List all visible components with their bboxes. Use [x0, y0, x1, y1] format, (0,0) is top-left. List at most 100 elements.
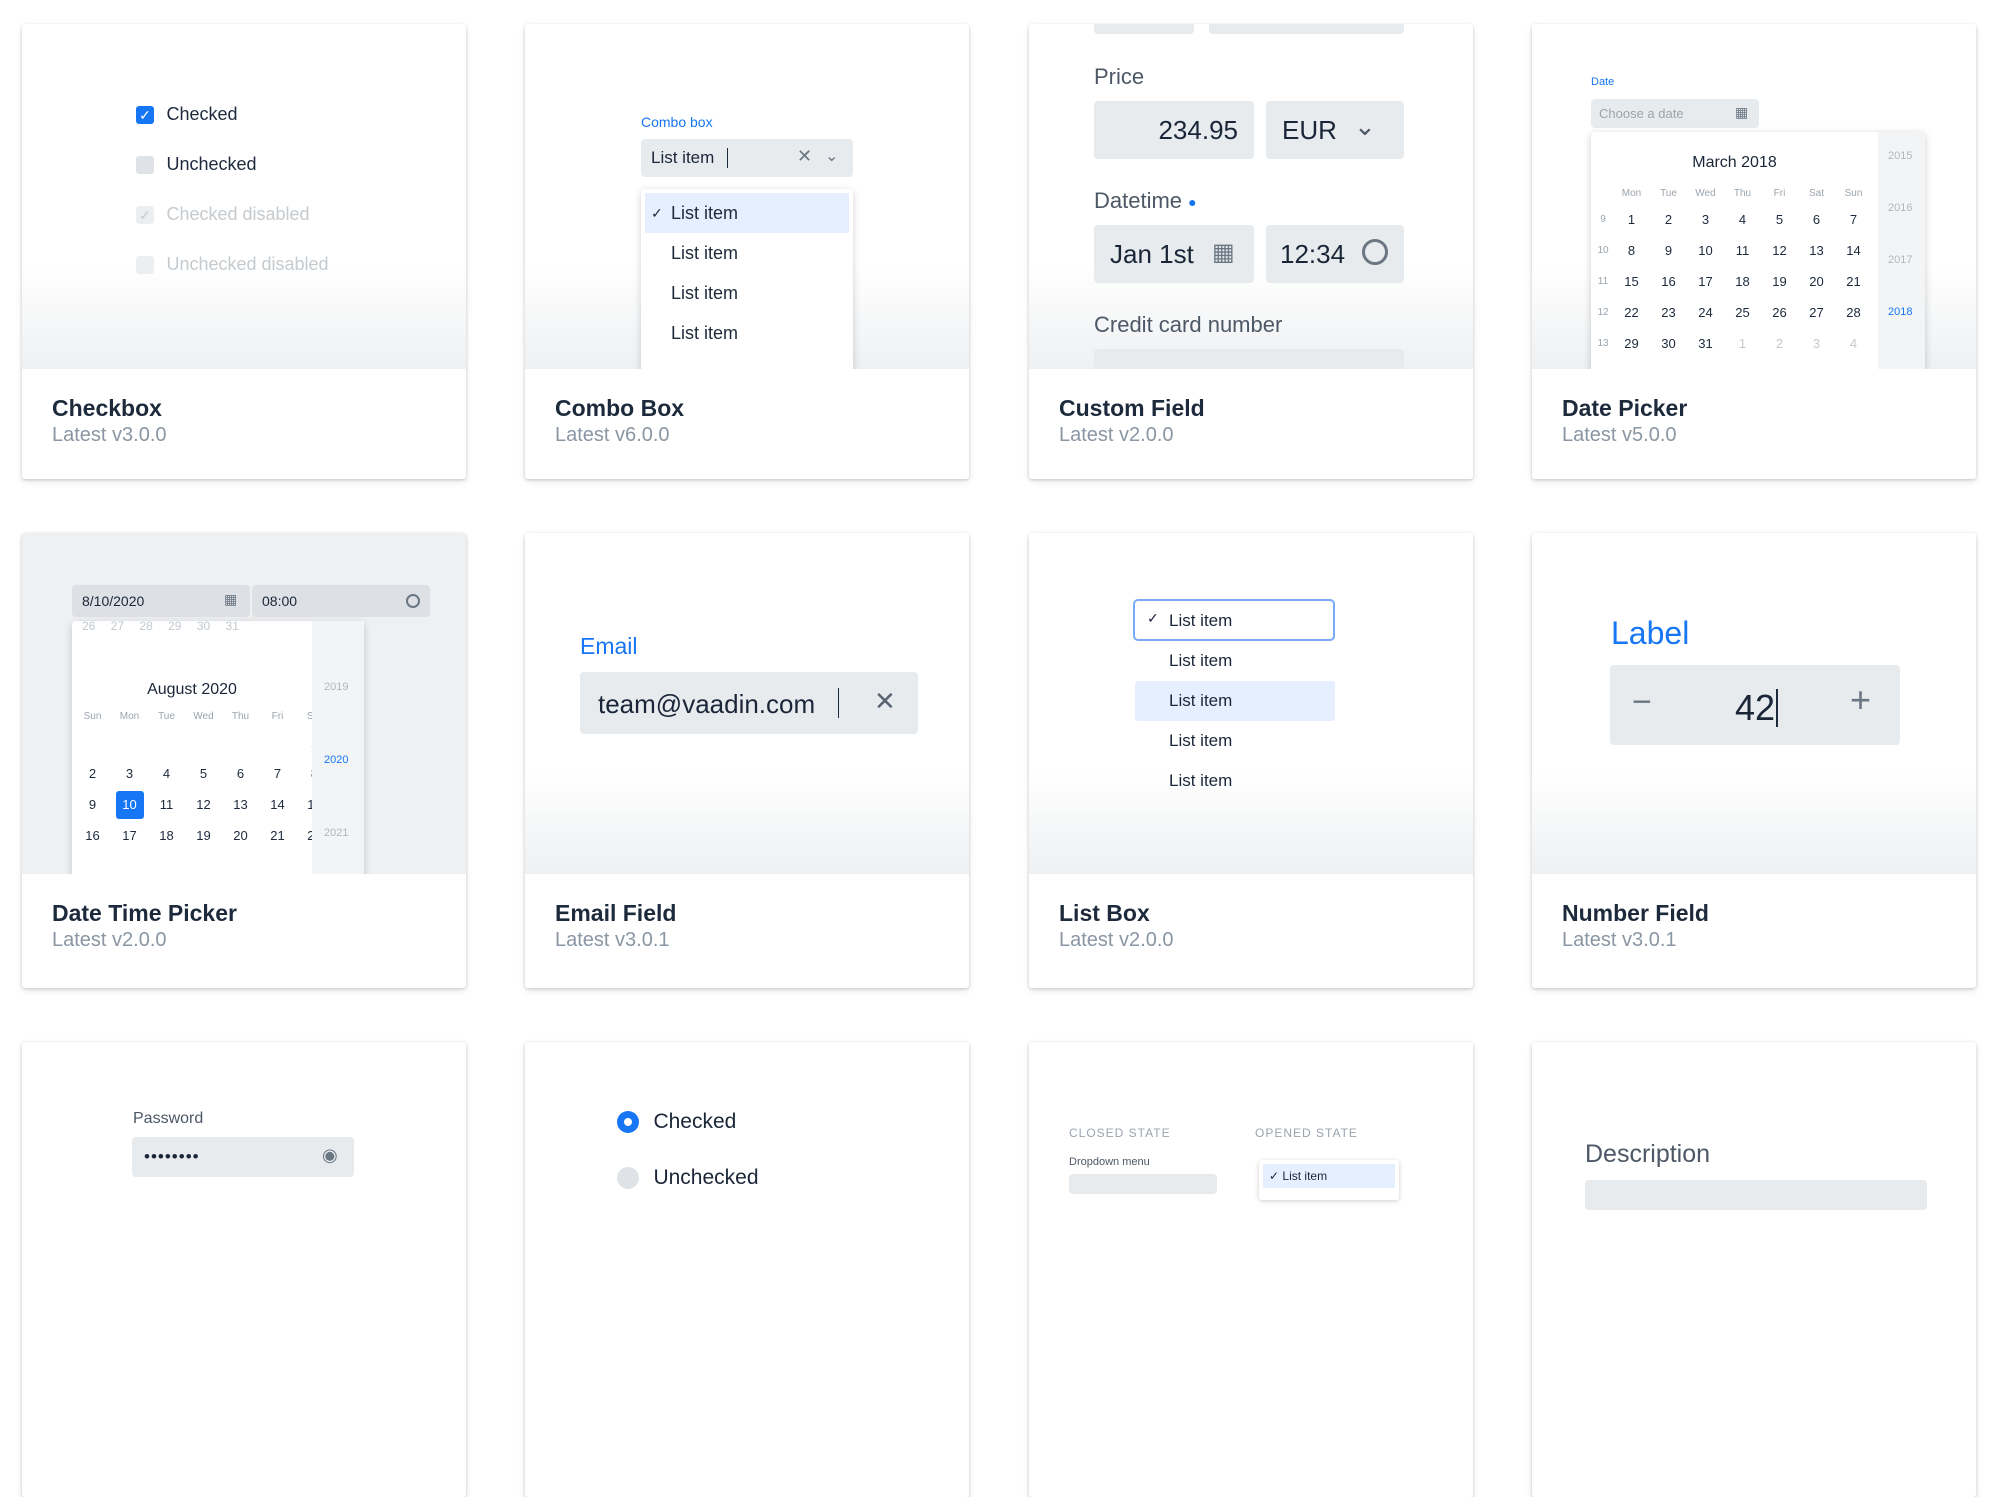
day[interactable]: 16 — [74, 820, 111, 851]
date-input[interactable]: Jan 1st ▦ — [1094, 225, 1254, 283]
day[interactable]: 3 — [1798, 328, 1835, 359]
day[interactable]: 17 — [111, 820, 148, 851]
day[interactable] — [148, 727, 185, 758]
year[interactable]: 2017 — [1888, 254, 1912, 266]
card-email-field[interactable]: Email team@vaadin.com ✕ Email Field Late… — [525, 533, 969, 988]
clear-icon[interactable]: ✕ — [797, 146, 812, 167]
date-input[interactable]: Choose a date ▦ — [1591, 99, 1759, 128]
day[interactable]: 18 — [1724, 266, 1761, 297]
day[interactable]: 4 — [148, 758, 185, 789]
date-input[interactable]: 8/10/2020 ▦ — [72, 585, 250, 617]
day[interactable]: 2 — [74, 758, 111, 789]
list-item[interactable]: ✓ List item — [1263, 1164, 1395, 1188]
day[interactable]: 10 — [1687, 235, 1724, 266]
card-radio-button[interactable]: Checked Unchecked — [525, 1042, 969, 1497]
list-item[interactable]: List item — [1135, 761, 1335, 801]
card-number-field[interactable]: Label − 42 + Number Field Latest v3.0.1 — [1532, 533, 1976, 988]
day[interactable] — [259, 727, 296, 758]
calendar-icon[interactable]: ▦ — [1212, 238, 1235, 267]
day[interactable]: 19 — [1761, 266, 1798, 297]
day[interactable]: 8 — [1613, 235, 1650, 266]
day[interactable]: 1 — [1613, 204, 1650, 235]
day[interactable]: 12 — [185, 789, 222, 820]
day[interactable]: 22 — [1613, 297, 1650, 328]
day[interactable]: 3 — [111, 758, 148, 789]
day[interactable]: 14 — [259, 789, 296, 820]
radio-checked[interactable]: Checked — [617, 1110, 736, 1134]
year[interactable]: 2021 — [324, 827, 348, 839]
time-input[interactable]: 12:34 — [1266, 225, 1404, 283]
day[interactable]: 2 — [1650, 204, 1687, 235]
day[interactable]: 23 — [1650, 297, 1687, 328]
card-list-box[interactable]: ✓ List item List item List item List ite… — [1029, 533, 1473, 988]
day[interactable]: 27 — [1798, 297, 1835, 328]
day[interactable]: 1 — [1724, 328, 1761, 359]
select-closed[interactable] — [1069, 1174, 1217, 1194]
day[interactable]: 26 — [1761, 297, 1798, 328]
list-item[interactable]: ✓ List item — [645, 193, 849, 233]
day[interactable]: 4 — [1724, 204, 1761, 235]
day[interactable]: 21 — [1835, 266, 1872, 297]
increase-button[interactable]: + — [1850, 679, 1871, 721]
day[interactable]: 19 — [185, 820, 222, 851]
time-input[interactable]: 08:00 — [252, 585, 430, 617]
day[interactable]: 11 — [148, 789, 185, 820]
decrease-button[interactable]: − — [1632, 683, 1652, 722]
day[interactable]: 17 — [1687, 266, 1724, 297]
description-input[interactable] — [1585, 1180, 1927, 1210]
number-input[interactable]: − 42 + — [1610, 665, 1900, 745]
day[interactable]: 5 — [185, 758, 222, 789]
password-input[interactable]: •••••••• ◉ — [132, 1137, 354, 1177]
day[interactable]: 3 — [1687, 204, 1724, 235]
list-item-hover[interactable]: List item — [1135, 681, 1335, 721]
radio-unchecked[interactable]: Unchecked — [617, 1166, 759, 1190]
year[interactable]: 2015 — [1888, 150, 1912, 162]
day[interactable]: 24 — [1687, 297, 1724, 328]
day[interactable] — [185, 727, 222, 758]
day[interactable] — [111, 727, 148, 758]
card-combo-box[interactable]: Combo box List item ✕ ⌄ ✓ List item List … — [525, 24, 969, 479]
day[interactable]: 2 — [1761, 328, 1798, 359]
eye-icon[interactable]: ◉ — [322, 1145, 338, 1166]
card-select[interactable]: CLOSED STATE OPENED STATE Dropdown menu … — [1029, 1042, 1473, 1497]
list-item[interactable]: List item — [1135, 641, 1335, 681]
checkbox-unchecked[interactable]: Unchecked — [136, 154, 257, 175]
year-scroller[interactable]: 2019 2020 2021 — [312, 621, 364, 878]
day[interactable]: 30 — [1650, 328, 1687, 359]
card-date-time-picker[interactable]: 8/10/2020 ▦ 08:00 26 27 28 29 30 31 Augu… — [22, 533, 466, 988]
email-input[interactable]: team@vaadin.com ✕ — [580, 672, 918, 734]
day[interactable]: 6 — [222, 758, 259, 789]
day[interactable] — [222, 727, 259, 758]
year[interactable]: 2018 — [1888, 306, 1912, 318]
card-text-area[interactable]: Description — [1532, 1042, 1976, 1497]
day[interactable]: 14 — [1835, 235, 1872, 266]
price-input[interactable]: 234.95 — [1094, 101, 1254, 159]
day[interactable]: 12 — [1761, 235, 1798, 266]
day[interactable]: 16 — [1650, 266, 1687, 297]
day[interactable]: 13 — [222, 789, 259, 820]
list-item[interactable]: List item — [1135, 721, 1335, 761]
day[interactable]: 21 — [259, 820, 296, 851]
day[interactable] — [74, 727, 111, 758]
day[interactable]: 25 — [1724, 297, 1761, 328]
day[interactable]: 9 — [1650, 235, 1687, 266]
day[interactable]: 6 — [1798, 204, 1835, 235]
day[interactable]: 7 — [1835, 204, 1872, 235]
day[interactable]: 11 — [1724, 235, 1761, 266]
day[interactable]: 5 — [1761, 204, 1798, 235]
list-item[interactable]: List item — [641, 273, 853, 313]
year[interactable]: 2016 — [1888, 202, 1912, 214]
day[interactable]: 20 — [1798, 266, 1835, 297]
clear-icon[interactable]: ✕ — [874, 686, 896, 717]
day[interactable]: 9 — [74, 789, 111, 820]
credit-card-input[interactable] — [1094, 349, 1404, 369]
list-item[interactable]: List item — [641, 313, 853, 353]
day-selected[interactable]: 10 — [111, 789, 148, 820]
chevron-down-icon[interactable]: ⌄ — [825, 146, 838, 166]
year-scroller[interactable]: 2015 2016 2017 2018 — [1878, 132, 1925, 369]
day[interactable]: 29 — [1613, 328, 1650, 359]
list-item[interactable]: List item — [641, 233, 853, 273]
day[interactable]: 28 — [1835, 297, 1872, 328]
list-item-selected[interactable]: ✓ List item — [1133, 599, 1335, 641]
card-checkbox[interactable]: ✓ Checked Unchecked ✓ Checked disabled U… — [22, 24, 466, 479]
